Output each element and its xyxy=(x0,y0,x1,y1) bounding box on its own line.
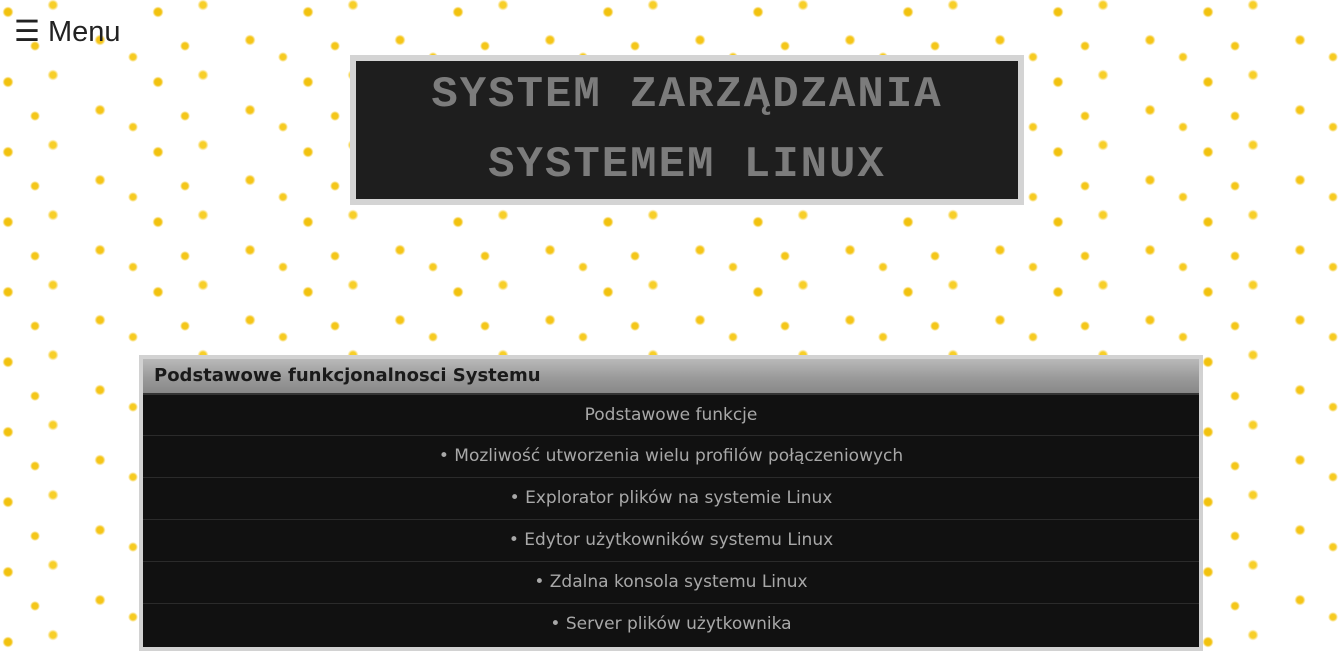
feature-item-user-editor: • Edytor użytkowników systemu Linux xyxy=(143,520,1199,562)
features-panel-header: Podstawowe funkcjonalnosci Systemu xyxy=(143,359,1199,395)
feature-item-file-explorer: • Explorator plików na systemie Linux xyxy=(143,478,1199,520)
features-subheader: Podstawowe funkcje xyxy=(143,395,1199,436)
feature-item-remote-console: • Zdalna konsola systemu Linux xyxy=(143,562,1199,604)
features-list: Podstawowe funkcje • Mozliwość utworzeni… xyxy=(143,395,1199,645)
features-panel: Podstawowe funkcjonalnosci Systemu Podst… xyxy=(139,355,1203,651)
page-title-line-2: SYSTEMEM LINUX xyxy=(488,140,886,190)
menu-button[interactable]: ☰ Menu xyxy=(14,14,121,50)
page-title-banner: SYSTEM ZARZĄDZANIA SYSTEMEM LINUX xyxy=(350,55,1024,205)
hamburger-icon: ☰ xyxy=(14,16,40,48)
feature-item-connection-profiles: • Mozliwość utworzenia wielu profilów po… xyxy=(143,436,1199,478)
page-title-line-1: SYSTEM ZARZĄDZANIA xyxy=(431,70,943,120)
menu-label: Menu xyxy=(48,16,121,48)
feature-item-file-server: • Server plików użytkownika xyxy=(550,614,792,634)
